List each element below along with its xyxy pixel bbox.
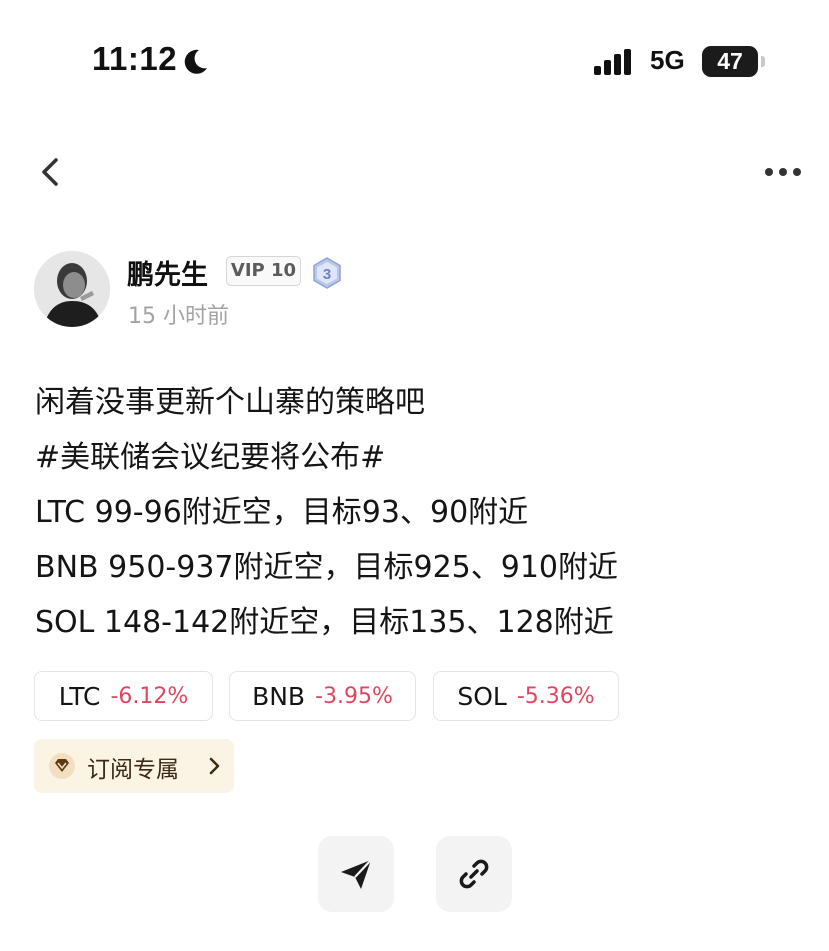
ticker-symbol: SOL: [457, 681, 507, 711]
post-line: BNB 950-937附近空，目标925、910附近: [35, 550, 619, 585]
moon-icon: [184, 49, 207, 74]
back-button[interactable]: [34, 152, 68, 192]
ticker-change: -5.36%: [516, 683, 595, 709]
level-badge-icon: 3: [313, 257, 341, 289]
avatar[interactable]: [34, 251, 110, 327]
subscribe-exclusive-button[interactable]: 订阅专属: [34, 739, 234, 793]
ticker-symbol: BNB: [252, 681, 306, 711]
chevron-right-icon: [209, 757, 220, 775]
ticker-chip-sol[interactable]: SOL -5.36%: [433, 671, 619, 721]
battery-level: 47: [702, 46, 758, 77]
subscribe-label: 订阅专属: [87, 757, 179, 783]
post-hashtag[interactable]: #美联储会议纪要将公布#: [35, 430, 815, 485]
post-time: 15 小时前: [128, 304, 229, 329]
battery-cap: [761, 56, 765, 67]
ticker-chip-ltc[interactable]: LTC -6.12%: [34, 671, 213, 721]
ticker-change: -3.95%: [315, 683, 393, 709]
author-name[interactable]: 鹏先生: [127, 253, 208, 292]
level-badge-text: 3: [323, 266, 331, 283]
post-line: SOL 148-142附近空，目标135、128附近: [35, 605, 614, 640]
more-options-button[interactable]: [764, 166, 802, 178]
diamond-icon: [49, 753, 75, 779]
link-icon: [459, 859, 489, 889]
post-content: 闲着没事更新个山寨的策略吧 #美联储会议纪要将公布# LTC 99-96附近空，…: [35, 375, 815, 650]
ticker-symbol: LTC: [58, 681, 101, 711]
post-line: 闲着没事更新个山寨的策略吧: [35, 385, 425, 420]
share-button[interactable]: [318, 836, 394, 912]
vip-badge: VIP 10: [226, 256, 301, 286]
status-time: 11:12: [92, 40, 178, 77]
post-line: LTC 99-96附近空，目标93、90附近: [35, 495, 529, 530]
copy-link-button[interactable]: [436, 836, 512, 912]
send-icon: [341, 859, 372, 889]
ticker-change: -6.12%: [110, 683, 189, 709]
network-type: 5G: [650, 45, 685, 75]
ticker-chip-bnb[interactable]: BNB -3.95%: [229, 671, 416, 721]
signal-icon: [594, 49, 631, 75]
